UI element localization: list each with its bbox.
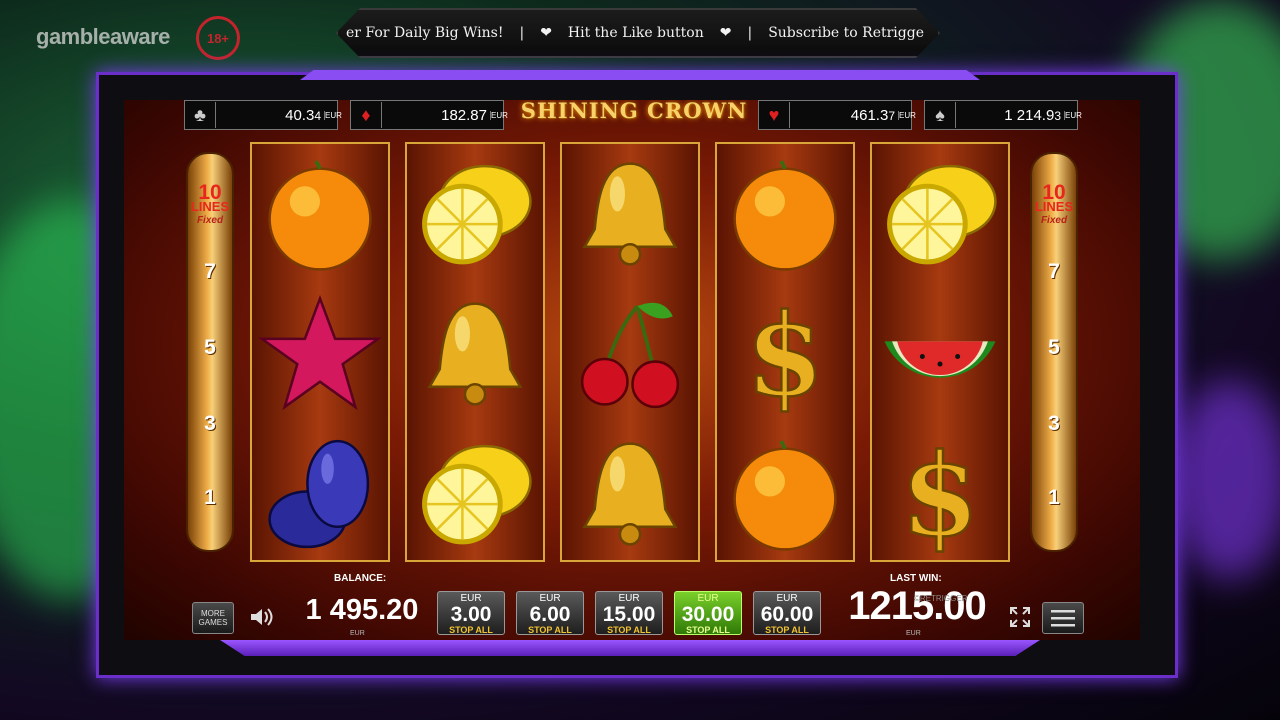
jackpot-value: 40.34 bbox=[285, 106, 321, 124]
ticker-separator: | bbox=[747, 25, 753, 41]
stop-all-label: STOP ALL bbox=[607, 625, 651, 635]
bell-symbol bbox=[562, 424, 698, 564]
jackpot-currency: EUR bbox=[1064, 110, 1082, 120]
line-number: 5 bbox=[204, 336, 216, 359]
ticker-item: Hit the Like button bbox=[567, 25, 704, 41]
stop-all-label: STOP ALL bbox=[686, 625, 730, 635]
balance-label: BALANCE: bbox=[334, 573, 387, 584]
stop-all-label: STOP ALL bbox=[528, 625, 572, 635]
lemon-symbol bbox=[407, 424, 543, 564]
heart-icon: ❤ bbox=[540, 25, 552, 41]
game-title: SHINING CROWN bbox=[520, 100, 748, 123]
line-number: 3 bbox=[204, 412, 216, 435]
line-number: 3 bbox=[1048, 412, 1060, 435]
jackpot-currency: EUR bbox=[324, 110, 342, 120]
hamburger-menu-icon[interactable] bbox=[1042, 602, 1084, 634]
bet-button-3.00[interactable]: EUR 3.00 STOP ALL bbox=[437, 591, 505, 635]
last-win-currency: EUR bbox=[906, 630, 921, 637]
slot-game-area: ♣ 40.34 EUR ♦ 182.87 EUR SHINING CROWN ♥… bbox=[124, 100, 1140, 640]
jackpot-value: 461.37 bbox=[850, 106, 895, 124]
jackpot-diamonds: ♦ 182.87 EUR bbox=[350, 100, 508, 130]
diamonds-icon: ♦ bbox=[351, 102, 382, 128]
cherry-symbol bbox=[562, 284, 698, 424]
jackpot-hearts: ♥ 461.37 EUR bbox=[758, 100, 916, 130]
stop-all-label: STOP ALL bbox=[449, 625, 493, 635]
line-number: 7 bbox=[1048, 260, 1060, 283]
lines-fixed-label: Fixed bbox=[196, 215, 224, 226]
lines-label: LINES bbox=[190, 199, 230, 214]
lines-panel-left: 10 LINES Fixed 7 5 3 1 bbox=[186, 152, 234, 552]
lines-count: 10 bbox=[1042, 181, 1066, 204]
speaker-icon[interactable] bbox=[242, 602, 282, 632]
ticker-item: Subscribe to Retrigge bbox=[768, 25, 924, 41]
bet-value: 60.00 bbox=[760, 603, 814, 626]
svg-text:$: $ bbox=[746, 291, 825, 417]
bet-value: 6.00 bbox=[529, 603, 571, 626]
jackpot-currency: EUR bbox=[898, 110, 916, 120]
watermark: ©RETRIGGER bbox=[914, 594, 968, 603]
balance-value: 1 495.20 bbox=[305, 594, 419, 626]
lines-panel-right: 10 LINES Fixed 7 5 3 1 bbox=[1030, 152, 1078, 552]
line-number: 5 bbox=[1048, 336, 1060, 359]
fullscreen-icon[interactable] bbox=[1000, 602, 1040, 632]
jackpot-value: 1 214.93 bbox=[1004, 106, 1061, 124]
bet-button-6.00[interactable]: EUR 6.00 STOP ALL bbox=[516, 591, 584, 635]
gambleaware-logo: gambleaware bbox=[36, 24, 170, 49]
bell-symbol bbox=[407, 284, 543, 424]
ticker-item: er For Daily Big Wins! bbox=[346, 25, 504, 41]
lemon-symbol bbox=[872, 144, 1008, 284]
bet-button-15.00[interactable]: EUR 15.00 STOP ALL bbox=[595, 591, 663, 635]
bet-button-30.00[interactable]: EUR 30.00 STOP ALL bbox=[674, 591, 742, 635]
lines-label: LINES bbox=[1034, 199, 1074, 214]
frame-bottom-accent bbox=[220, 640, 1040, 656]
svg-text:$: $ bbox=[901, 431, 980, 557]
bet-button-60.00[interactable]: EUR 60.00 STOP ALL bbox=[753, 591, 821, 635]
last-win-label: LAST WIN: bbox=[890, 573, 942, 584]
lines-fixed-label: Fixed bbox=[1040, 215, 1068, 226]
jackpot-clubs: ♣ 40.34 EUR bbox=[184, 100, 342, 130]
age-restriction-badge: 18+ bbox=[196, 16, 240, 60]
bet-value: 3.00 bbox=[450, 603, 492, 626]
watermelon-symbol bbox=[872, 284, 1008, 424]
stop-all-label: STOP ALL bbox=[765, 625, 809, 635]
line-number: 1 bbox=[1048, 486, 1060, 509]
last-win-value: 1215.00 bbox=[848, 584, 987, 628]
jackpot-value: 182.87 bbox=[441, 106, 487, 124]
lines-count: 10 bbox=[198, 181, 222, 204]
background-neon-purple bbox=[1170, 380, 1280, 580]
lemon-symbol bbox=[407, 144, 543, 284]
orange-symbol bbox=[252, 144, 388, 284]
jackpot-spades: ♠ 1 214.93 EUR bbox=[924, 100, 1082, 130]
jackpot-currency: EUR bbox=[490, 110, 508, 120]
bet-value: 15.00 bbox=[602, 603, 656, 626]
star-symbol bbox=[252, 284, 388, 424]
hearts-icon: ♥ bbox=[759, 102, 790, 128]
line-number: 1 bbox=[204, 486, 216, 509]
clubs-icon: ♣ bbox=[185, 102, 216, 128]
plum-symbol bbox=[252, 424, 388, 564]
orange-symbol bbox=[717, 424, 853, 564]
frame-top-accent bbox=[300, 70, 980, 80]
ticker-separator: | bbox=[519, 25, 525, 41]
dollar-symbol: $ bbox=[872, 424, 1008, 564]
spades-icon: ♠ bbox=[925, 102, 956, 128]
heart-icon: ❤ bbox=[719, 25, 732, 41]
line-number: 7 bbox=[204, 260, 216, 283]
more-games-button[interactable]: MORE GAMES bbox=[192, 602, 234, 634]
stream-ticker: er For Daily Big Wins! | ❤ Hit the Like … bbox=[336, 8, 940, 58]
dollar-symbol: $ bbox=[717, 284, 853, 424]
bet-value: 30.00 bbox=[681, 603, 735, 626]
orange-symbol bbox=[717, 144, 853, 284]
balance-currency: EUR bbox=[350, 630, 365, 637]
bell-symbol bbox=[562, 144, 698, 284]
